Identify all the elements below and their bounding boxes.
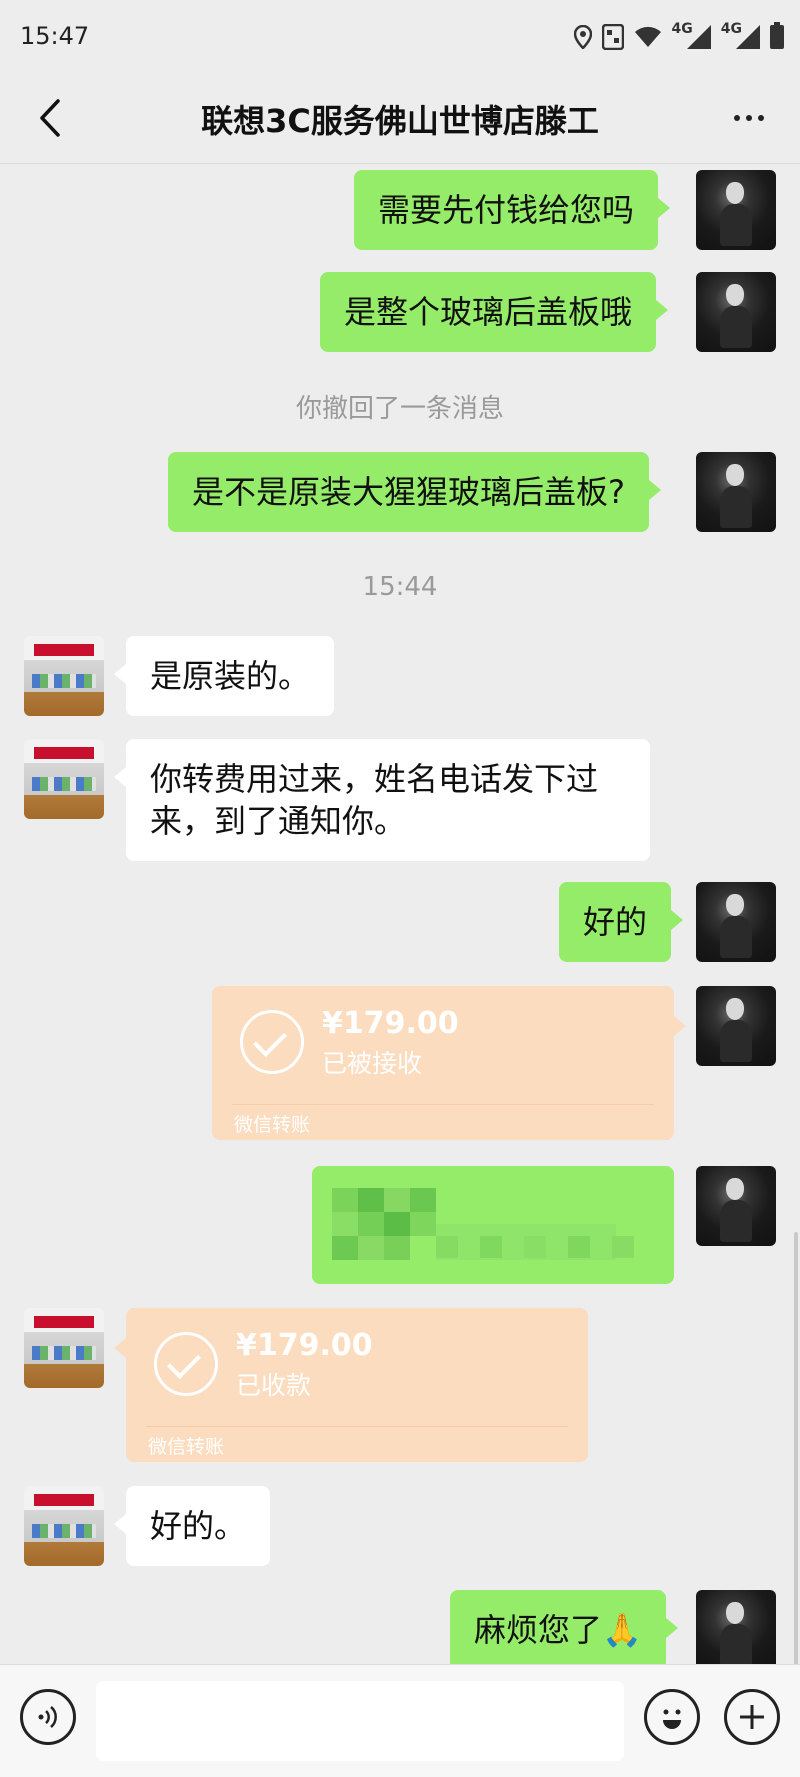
plus-icon — [740, 1705, 764, 1729]
my-avatar[interactable] — [696, 986, 776, 1066]
battery-icon — [770, 22, 784, 49]
timestamp: 15:44 — [362, 572, 438, 602]
my-avatar[interactable] — [696, 170, 776, 250]
status-time: 15:47 — [20, 22, 90, 50]
transfer-status: 已收款 — [236, 1371, 312, 1400]
my-text-bubble[interactable]: 是不是原装大猩猩玻璃后盖板? — [168, 452, 661, 532]
message-list[interactable]: 需要先付钱给您吗 是整个玻璃后盖板哦 你撤回了一条消息 是不是原装大猩猩玻璃后盖… — [0, 164, 800, 1664]
my-avatar[interactable] — [696, 272, 776, 352]
my-text-bubble[interactable]: 麻烦您了🙏 — [450, 1590, 678, 1664]
check-circle-icon — [154, 1332, 218, 1396]
their-text-bubble[interactable]: 是原装的。 — [113, 636, 335, 716]
bubble-line: 来，到了通知你。 — [150, 802, 407, 840]
transfer-label: 微信转账 — [234, 1114, 311, 1136]
transfer-amount: ¥179.00 — [322, 1006, 459, 1041]
redacted-bubble[interactable] — [312, 1166, 674, 1284]
transfer-label: 微信转账 — [148, 1436, 225, 1458]
emoji-button[interactable] — [644, 1689, 700, 1745]
contact-avatar[interactable] — [24, 1486, 104, 1566]
chat-title: 联想3C服务佛山世博店滕工 — [201, 102, 599, 140]
location-icon — [573, 25, 592, 49]
plus-button[interactable] — [724, 1689, 780, 1745]
contact-avatar[interactable] — [24, 636, 104, 716]
divider — [232, 1104, 654, 1105]
transfer-card[interactable]: ¥179.00 已被接收 微信转账 — [212, 986, 686, 1140]
chevron-left-icon — [40, 99, 60, 137]
my-avatar[interactable] — [696, 1590, 776, 1664]
their-text-bubble[interactable]: 你转费用过来，姓名电话发下过 来，到了通知你。 — [114, 739, 650, 861]
contact-avatar[interactable] — [24, 1308, 104, 1388]
wifi-icon — [634, 26, 662, 48]
my-text-bubble[interactable]: 需要先付钱给您吗 — [354, 170, 671, 250]
recall-notice: 你撤回了一条消息 — [295, 394, 504, 424]
nfc-icon — [601, 24, 624, 50]
signal-4g-icon: 4G — [721, 21, 760, 49]
check-circle-icon — [240, 1010, 304, 1074]
my-avatar[interactable] — [696, 452, 776, 532]
status-bar: 15:47 4G 4G — [0, 0, 800, 72]
more-button[interactable] — [722, 94, 776, 142]
my-avatar[interactable] — [696, 882, 776, 962]
more-dots-icon — [734, 115, 740, 121]
transfer-card[interactable]: ¥179.00 已收款 微信转账 — [114, 1308, 588, 1462]
transfer-status: 已被接收 — [322, 1049, 423, 1078]
message-input[interactable] — [96, 1681, 624, 1761]
scroll-indicator[interactable] — [794, 1232, 798, 1664]
status-icons: 4G 4G — [573, 21, 784, 52]
voice-icon — [38, 1706, 57, 1728]
back-button[interactable] — [26, 94, 74, 142]
voice-button[interactable] — [20, 1689, 76, 1745]
my-avatar[interactable] — [696, 1166, 776, 1246]
my-text-bubble[interactable]: 好的 — [559, 882, 684, 962]
signal-4g-icon: 4G — [672, 21, 711, 49]
emoji-icon — [663, 1709, 681, 1729]
chat-header: 联想3C服务佛山世博店滕工 — [0, 72, 800, 164]
divider — [146, 1426, 568, 1427]
my-text-bubble[interactable]: 是整个玻璃后盖板哦 — [320, 272, 669, 352]
input-bar — [0, 1664, 800, 1777]
their-text-bubble[interactable]: 好的。 — [113, 1486, 271, 1566]
contact-avatar[interactable] — [24, 739, 104, 819]
transfer-amount: ¥179.00 — [236, 1328, 373, 1363]
bubble-line: 你转费用过来，姓名电话发下过 — [150, 760, 599, 798]
